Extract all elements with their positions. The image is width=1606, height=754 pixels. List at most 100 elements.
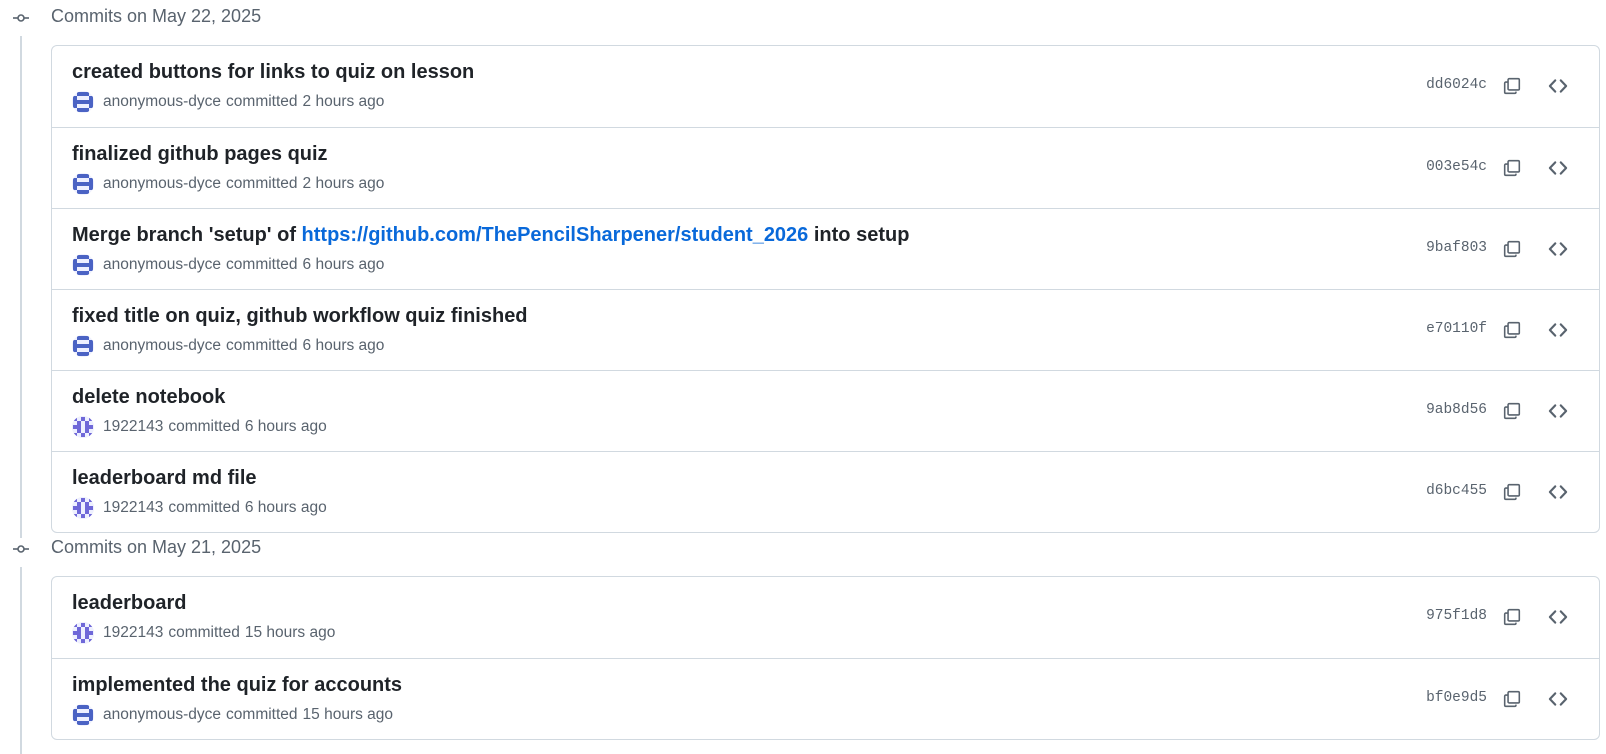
copy-icon <box>1503 690 1521 708</box>
commit-action: committed <box>226 175 298 192</box>
browse-repository-button[interactable] <box>1545 686 1571 712</box>
commit-time: 6 hours ago <box>244 418 327 435</box>
commit-author[interactable]: anonymous-dyce <box>103 256 221 274</box>
commit-sha[interactable]: 975f1d8 <box>1426 608 1487 624</box>
avatar[interactable] <box>72 704 94 726</box>
commit-title-text[interactable]: fixed title on quiz, github workflow qui… <box>72 305 528 327</box>
commit-meta: anonymous-dyce committed 15 hours ago <box>72 704 393 726</box>
commit-title[interactable]: leaderboard md file <box>72 467 257 490</box>
avatar[interactable] <box>72 497 94 519</box>
commit-title-text[interactable]: delete notebook <box>72 386 225 408</box>
commit-row: implemented the quiz for accounts anonym… <box>52 658 1599 739</box>
commit-sha[interactable]: 9ab8d56 <box>1426 402 1487 418</box>
commit-list: created buttons for links to quiz on les… <box>51 45 1600 533</box>
commit-author[interactable]: 1922143 <box>103 499 163 517</box>
code-icon <box>1548 692 1568 706</box>
commit-sha[interactable]: d6bc455 <box>1426 483 1487 499</box>
avatar[interactable] <box>72 622 94 644</box>
commit-time: 2 hours ago <box>302 175 385 192</box>
commit-title[interactable]: delete notebook <box>72 386 225 409</box>
browse-repository-button[interactable] <box>1545 73 1571 99</box>
commit-title-text[interactable]: finalized github pages quiz <box>72 143 328 165</box>
copy-icon <box>1503 321 1521 339</box>
copy-sha-button[interactable] <box>1499 479 1525 505</box>
commit-time: 6 hours ago <box>302 256 385 273</box>
copy-sha-button[interactable] <box>1499 155 1525 181</box>
commit-author[interactable]: anonymous-dyce <box>103 93 221 111</box>
timeline-line <box>20 567 22 754</box>
code-icon <box>1548 610 1568 624</box>
commit-sha[interactable]: 9baf803 <box>1426 240 1487 256</box>
commit-title[interactable]: implemented the quiz for accounts <box>72 674 402 697</box>
commit-author[interactable]: 1922143 <box>103 624 163 642</box>
commit-row: leaderboard md file 1922143 committed 6 ho… <box>52 451 1599 532</box>
commit-action: committed <box>226 706 298 723</box>
commit-title-text[interactable]: leaderboard md file <box>72 467 257 489</box>
copy-sha-button[interactable] <box>1499 398 1525 424</box>
browse-repository-button[interactable] <box>1545 604 1571 630</box>
commit-sha[interactable]: dd6024c <box>1426 77 1487 93</box>
browse-repository-button[interactable] <box>1545 155 1571 181</box>
commit-row: leaderboard 1922143 committed 15 hours ago… <box>52 577 1599 658</box>
commit-action: committed <box>226 337 298 354</box>
git-commit-icon <box>10 7 32 29</box>
commit-meta: anonymous-dyce committed 2 hours ago <box>72 173 384 195</box>
commit-meta: anonymous-dyce committed 6 hours ago <box>72 335 384 357</box>
browse-repository-button[interactable] <box>1545 398 1571 424</box>
commit-title[interactable]: Merge branch 'setup' of https://github.c… <box>72 224 909 247</box>
commit-title-text[interactable]: created buttons for links to quiz on les… <box>72 61 474 83</box>
commit-row: fixed title on quiz, github workflow qui… <box>52 289 1599 370</box>
code-icon <box>1548 323 1568 337</box>
copy-sha-button[interactable] <box>1499 686 1525 712</box>
copy-sha-button[interactable] <box>1499 73 1525 99</box>
code-icon <box>1548 485 1568 499</box>
commit-group-title: Commits on May 21, 2025 <box>51 537 262 557</box>
commit-time: 6 hours ago <box>244 499 327 516</box>
commit-time: 2 hours ago <box>302 93 385 110</box>
avatar[interactable] <box>72 254 94 276</box>
browse-repository-button[interactable] <box>1545 236 1571 262</box>
commit-author[interactable]: anonymous-dyce <box>103 706 221 724</box>
timeline-line <box>20 36 22 541</box>
commit-author[interactable]: 1922143 <box>103 418 163 436</box>
commit-title[interactable]: created buttons for links to quiz on les… <box>72 61 474 84</box>
copy-icon <box>1503 159 1521 177</box>
browse-repository-button[interactable] <box>1545 479 1571 505</box>
commit-title-text[interactable]: leaderboard <box>72 592 186 614</box>
copy-icon <box>1503 77 1521 95</box>
commit-sha[interactable]: 003e54c <box>1426 159 1487 175</box>
avatar[interactable] <box>72 91 94 113</box>
copy-sha-button[interactable] <box>1499 317 1525 343</box>
commit-action: committed <box>168 418 240 435</box>
commit-title-text-after[interactable]: into setup <box>808 224 910 246</box>
copy-icon <box>1503 483 1521 501</box>
commit-row: created buttons for links to quiz on les… <box>52 46 1599 127</box>
commit-title[interactable]: finalized github pages quiz <box>72 143 328 166</box>
commit-title[interactable]: fixed title on quiz, github workflow qui… <box>72 305 528 328</box>
avatar[interactable] <box>72 335 94 357</box>
commit-title[interactable]: leaderboard <box>72 592 186 615</box>
commit-title-text[interactable]: Merge branch 'setup' of <box>72 224 302 246</box>
commit-group-title: Commits on May 22, 2025 <box>51 6 262 26</box>
code-icon <box>1548 161 1568 175</box>
commit-author[interactable]: anonymous-dyce <box>103 337 221 355</box>
commit-author[interactable]: anonymous-dyce <box>103 175 221 193</box>
code-icon <box>1548 79 1568 93</box>
commit-title-link[interactable]: https://github.com/ThePencilSharpener/st… <box>302 224 809 246</box>
commit-meta: anonymous-dyce committed 6 hours ago <box>72 254 384 276</box>
commit-meta: 1922143 committed 6 hours ago <box>72 497 327 519</box>
commit-row: Merge branch 'setup' of https://github.c… <box>52 208 1599 289</box>
copy-icon <box>1503 402 1521 420</box>
browse-repository-button[interactable] <box>1545 317 1571 343</box>
avatar[interactable] <box>72 416 94 438</box>
commit-sha[interactable]: e70110f <box>1426 321 1487 337</box>
commit-meta: 1922143 committed 6 hours ago <box>72 416 327 438</box>
avatar[interactable] <box>72 173 94 195</box>
commit-title-text[interactable]: implemented the quiz for accounts <box>72 674 402 696</box>
copy-sha-button[interactable] <box>1499 236 1525 262</box>
commit-sha[interactable]: bf0e9d5 <box>1426 690 1487 706</box>
copy-icon <box>1503 608 1521 626</box>
commit-meta: 1922143 committed 15 hours ago <box>72 622 335 644</box>
copy-sha-button[interactable] <box>1499 604 1525 630</box>
commit-action: committed <box>168 499 240 516</box>
